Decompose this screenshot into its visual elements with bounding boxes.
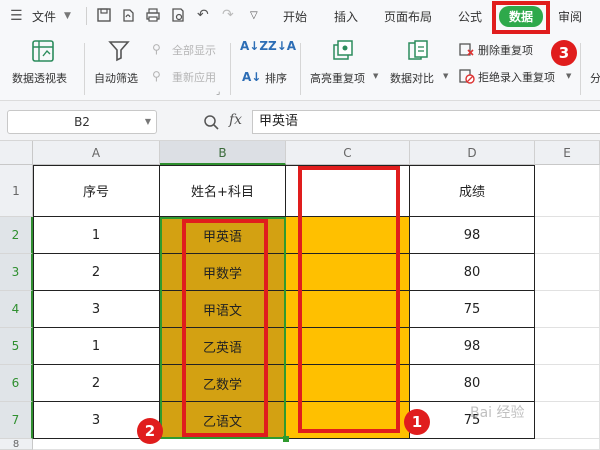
table-cell[interactable]: 98	[410, 328, 535, 365]
select-all-corner[interactable]	[0, 141, 33, 165]
print-icon[interactable]	[145, 7, 161, 23]
table-cell[interactable]	[535, 402, 600, 439]
watermark: Bai 经验	[470, 405, 525, 421]
tab-home[interactable]: 开始	[283, 8, 307, 25]
table-cell[interactable]: 2	[33, 365, 160, 402]
tab-page-layout[interactable]: 页面布局	[384, 8, 432, 25]
header-cell-score[interactable]: 成绩	[410, 165, 535, 217]
table-cell[interactable]: 1	[33, 328, 160, 365]
undo-icon[interactable]: ↶	[197, 7, 209, 23]
pivot-table-button[interactable]: 数据透视表	[12, 70, 67, 86]
reapply-button[interactable]: 重新应用	[172, 69, 216, 85]
row-header-8[interactable]: 8	[0, 439, 33, 450]
table-row[interactable]	[33, 439, 600, 450]
reject-duplicates-icon[interactable]	[459, 68, 475, 84]
print-preview-icon[interactable]	[170, 7, 186, 23]
row-header-5[interactable]: 5	[0, 328, 33, 365]
fill-handle[interactable]	[283, 436, 289, 442]
filter-icon[interactable]	[108, 39, 130, 63]
annotation-badge-3: 3	[551, 40, 577, 66]
remove-duplicates-button[interactable]: 删除重复项	[478, 42, 533, 58]
table-cell[interactable]	[535, 291, 600, 328]
cell-reference: B2	[74, 115, 90, 129]
annotation-badge-2: 2	[137, 418, 163, 444]
formula-input[interactable]: 甲英语	[252, 110, 600, 134]
row-header-7[interactable]: 7	[0, 402, 33, 439]
tab-insert[interactable]: 插入	[334, 8, 358, 25]
table-cell[interactable]: 80	[410, 254, 535, 291]
table-cell[interactable]	[535, 328, 600, 365]
cell-e1[interactable]	[535, 165, 600, 217]
data-compare-button[interactable]: 数据对比	[390, 70, 434, 86]
row-header-6[interactable]: 6	[0, 365, 33, 402]
formula-bar: B2 ▼ fx 甲英语	[0, 101, 600, 141]
table-cell[interactable]: 1	[33, 217, 160, 254]
reject-duplicates-button[interactable]: 拒绝录入重复项	[478, 69, 555, 85]
divider	[84, 43, 85, 95]
row-header-2[interactable]: 2	[0, 217, 33, 254]
annotation-box-column-b	[182, 219, 268, 437]
column-header-d[interactable]: D	[410, 141, 535, 165]
row-header-4[interactable]: 4	[0, 291, 33, 328]
autofilter-button[interactable]: 自动筛选	[94, 70, 138, 86]
name-box-chevron-icon[interactable]: ▼	[145, 111, 151, 133]
custom-sort-icon[interactable]: A↓	[242, 70, 261, 84]
show-all-button[interactable]: 全部显示	[172, 42, 216, 58]
sort-button[interactable]: 排序	[265, 70, 287, 86]
annotation-box-column-c	[298, 166, 400, 433]
row-header-3[interactable]: 3	[0, 254, 33, 291]
dialog-launcher-icon[interactable]: ⌟	[216, 87, 220, 97]
table-cell[interactable]	[535, 254, 600, 291]
divider	[230, 43, 231, 95]
tab-formulas[interactable]: 公式	[458, 8, 482, 25]
divider	[580, 43, 581, 95]
remove-duplicates-icon[interactable]	[459, 41, 475, 57]
pivot-table-icon[interactable]	[31, 39, 55, 63]
table-cell[interactable]: 2	[33, 254, 160, 291]
highlight-duplicates-icon[interactable]	[331, 39, 355, 63]
column-header-e[interactable]: E	[535, 141, 600, 165]
column-header-b[interactable]: B	[160, 141, 286, 165]
reapply-icon[interactable]: ⚲	[152, 69, 161, 83]
file-menu-chevron-icon[interactable]: ▼	[64, 11, 71, 21]
annotation-box-data-tab	[492, 1, 550, 34]
table-cell[interactable]: 98	[410, 217, 535, 254]
sort-descending-icon[interactable]: Z↓A	[268, 39, 296, 53]
tab-review[interactable]: 审阅	[558, 8, 582, 25]
reject-duplicates-chevron-icon[interactable]: ▼	[566, 72, 571, 80]
annotation-badge-1: 1	[404, 409, 430, 435]
zoom-search-icon[interactable]	[203, 114, 219, 130]
show-all-icon[interactable]: ⚲	[152, 42, 161, 56]
table-cell[interactable]: 3	[33, 291, 160, 328]
export-pdf-icon[interactable]	[120, 7, 136, 23]
sort-ascending-icon[interactable]: A↓Z	[240, 39, 268, 53]
insert-function-icon[interactable]: fx	[229, 112, 242, 128]
column-header-c[interactable]: C	[286, 141, 410, 165]
split-column-button[interactable]: 分	[590, 70, 600, 86]
divider	[86, 7, 87, 25]
table-cell[interactable]	[535, 217, 600, 254]
header-cell-seq[interactable]: 序号	[33, 165, 160, 217]
data-compare-chevron-icon[interactable]: ▼	[443, 72, 448, 80]
name-box[interactable]: B2 ▼	[7, 110, 157, 134]
file-menu[interactable]: 文件	[32, 8, 56, 25]
highlight-duplicates-chevron-icon[interactable]: ▼	[373, 72, 378, 80]
ribbon-toolbar: 数据透视表 自动筛选 ⚲ 全部显示 ⚲ 重新应用 ⌟ A↓Z Z↓A A↓ 排序…	[0, 33, 600, 101]
highlight-duplicates-button[interactable]: 高亮重复项	[310, 70, 365, 86]
header-cell-name-subject[interactable]: 姓名+科目	[160, 165, 286, 217]
customize-quick-access-chevron-icon[interactable]: ▽	[250, 10, 258, 21]
table-cell[interactable]: 80	[410, 365, 535, 402]
hamburger-menu-icon[interactable]: ☰	[10, 8, 23, 24]
divider	[300, 43, 301, 95]
column-header-a[interactable]: A	[33, 141, 160, 165]
redo-icon[interactable]: ↷	[222, 7, 234, 23]
table-cell[interactable]: 75	[410, 291, 535, 328]
save-icon[interactable]	[96, 7, 112, 23]
data-compare-icon[interactable]	[406, 39, 430, 63]
row-header-1[interactable]: 1	[0, 165, 33, 217]
table-cell[interactable]	[535, 365, 600, 402]
